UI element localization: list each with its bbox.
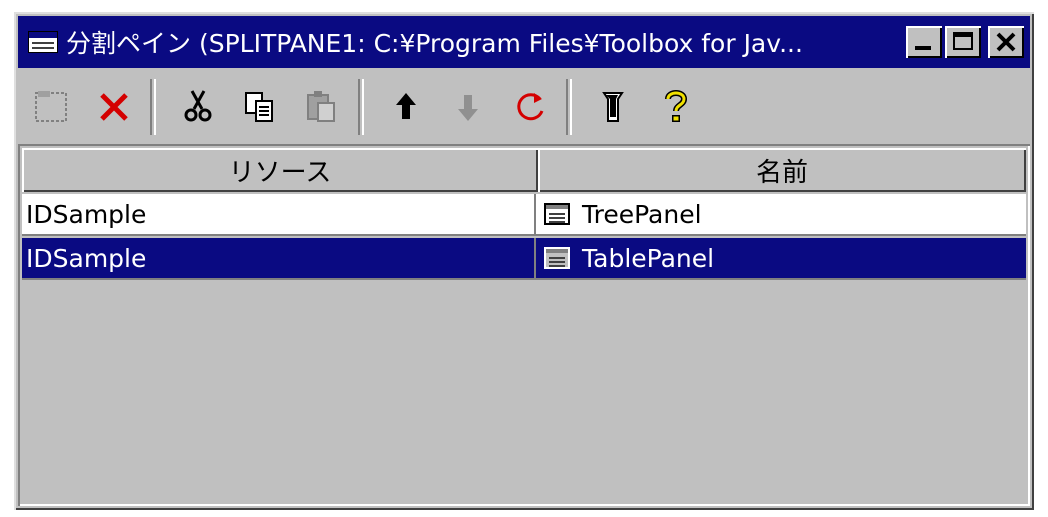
table-row[interactable]: IDSample TreePanel — [22, 194, 1026, 236]
window-controls — [906, 26, 1024, 58]
table-header: リソース 名前 — [22, 148, 1026, 192]
close-button[interactable] — [988, 26, 1024, 58]
help-button[interactable] — [648, 79, 704, 135]
move-up-button[interactable] — [378, 79, 434, 135]
cell-name-label: TreePanel — [582, 199, 702, 229]
delete-button[interactable] — [86, 79, 142, 135]
toolbar — [18, 72, 1030, 142]
cell-name: TablePanel — [536, 238, 1026, 278]
properties-icon — [602, 92, 624, 122]
move-up-icon — [396, 93, 416, 119]
new-icon — [35, 91, 67, 122]
column-header-resource[interactable]: リソース — [22, 148, 538, 192]
paste-icon — [307, 91, 335, 122]
window-title: 分割ペイン (SPLITPANE1: C:¥Program Files¥Tool… — [66, 29, 803, 58]
title-bar[interactable]: 分割ペイン (SPLITPANE1: C:¥Program Files¥Tool… — [18, 16, 1030, 68]
resource-table: リソース 名前 IDSample TreePanel IDSample Tabl… — [18, 144, 1030, 506]
panel-icon — [544, 247, 570, 269]
cell-name-label: TablePanel — [582, 243, 715, 273]
column-header-name[interactable]: 名前 — [538, 148, 1026, 192]
properties-button[interactable] — [586, 79, 642, 135]
refresh-button[interactable] — [502, 79, 558, 135]
window-icon[interactable] — [28, 31, 58, 53]
paste-button[interactable] — [294, 79, 350, 135]
splitpane-window: 分割ペイン (SPLITPANE1: C:¥Program Files¥Tool… — [14, 12, 1034, 510]
maximize-button[interactable] — [945, 26, 981, 58]
toolbar-separator — [358, 79, 364, 135]
cell-name: TreePanel — [536, 194, 1026, 234]
delete-icon — [100, 93, 128, 121]
move-down-button[interactable] — [440, 79, 496, 135]
panel-icon — [544, 203, 570, 225]
cut-icon — [184, 90, 212, 122]
move-down-icon — [458, 95, 478, 121]
toolbar-separator — [566, 79, 572, 135]
table-row[interactable]: IDSample TablePanel — [22, 238, 1026, 280]
cell-resource: IDSample — [22, 238, 536, 278]
cell-resource: IDSample — [22, 194, 536, 234]
copy-button[interactable] — [232, 79, 288, 135]
refresh-icon — [517, 93, 544, 121]
close-icon — [996, 32, 1016, 52]
copy-icon — [245, 92, 273, 122]
help-icon — [665, 90, 688, 122]
cut-button[interactable] — [170, 79, 226, 135]
toolbar-separator — [150, 79, 156, 135]
new-button[interactable] — [24, 79, 80, 135]
minimize-button[interactable] — [906, 26, 942, 58]
